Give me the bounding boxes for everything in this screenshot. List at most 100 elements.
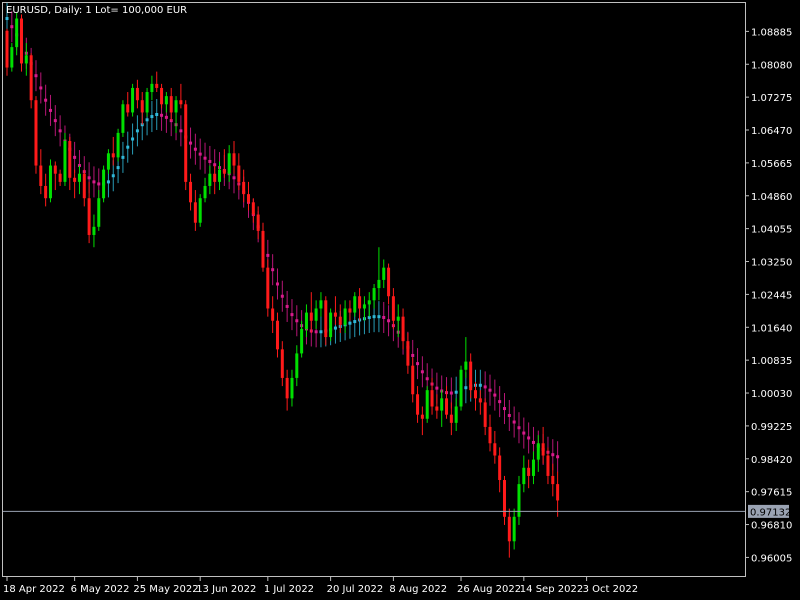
- bull-candle-body: [218, 169, 222, 182]
- bear-candle-body: [493, 443, 497, 456]
- bear-candle-body: [5, 30, 9, 68]
- band-center-point: [353, 320, 357, 324]
- bull-candle-body: [300, 328, 304, 354]
- band-center-point: [193, 147, 197, 151]
- bull-candle-body: [227, 153, 231, 174]
- band-center-point: [290, 313, 294, 317]
- time-tick-label: 20 Jul 2022: [327, 584, 384, 595]
- band-center-point: [44, 98, 48, 102]
- bull-candle-body: [150, 83, 154, 93]
- bear-candle-body: [406, 341, 410, 366]
- band-center-point: [5, 17, 9, 21]
- bull-candle-body: [208, 173, 212, 186]
- bull-candle-body: [145, 92, 149, 113]
- chart-window[interactable]: 1.08885 1.08080 1.07275 1.06470 1.05665 1.048…: [0, 0, 800, 600]
- bull-candle-body: [367, 300, 371, 305]
- chart-title: EURUSD, Daily: 1 Lot= 100,000 EUR: [6, 5, 187, 16]
- bear-candle-body: [546, 455, 550, 476]
- band-center-point: [58, 129, 62, 133]
- bear-candle-body: [391, 296, 395, 321]
- bull-candle-body: [536, 443, 540, 460]
- band-center-point: [556, 455, 560, 459]
- price-tick-label: 1.07275: [751, 93, 792, 104]
- bull-candle-body: [198, 198, 202, 223]
- band-center-point: [502, 407, 506, 411]
- bear-candle-body: [189, 181, 193, 203]
- price-tick-label: 1.06470: [751, 126, 792, 137]
- bear-candle-body: [155, 83, 159, 88]
- bear-candle-body: [435, 406, 439, 411]
- bull-candle-body: [106, 153, 110, 170]
- band-center-point: [517, 426, 521, 430]
- bull-candle-body: [353, 296, 357, 313]
- bear-candle-body: [213, 173, 217, 182]
- bear-candle-body: [247, 194, 250, 203]
- bear-candle-body: [416, 394, 420, 415]
- band-center-point: [478, 383, 482, 387]
- band-center-point: [34, 74, 38, 78]
- time-tick-label: 13 Jun 2022: [196, 584, 256, 595]
- bull-candle-body: [396, 316, 400, 321]
- bear-candle-body: [324, 300, 328, 338]
- price-tick-label: 1.00030: [751, 389, 792, 400]
- band-center-point: [387, 319, 391, 323]
- bull-candle-body: [102, 169, 106, 199]
- band-center-point: [382, 315, 386, 319]
- bull-candle-body: [304, 312, 308, 329]
- bear-candle-body: [160, 87, 164, 105]
- price-tick-label: 1.05665: [751, 159, 792, 170]
- band-center-point: [295, 319, 299, 323]
- bear-candle-body: [420, 414, 424, 419]
- band-center-point: [420, 370, 424, 374]
- band-center-point: [333, 326, 337, 330]
- bull-candle-body: [203, 185, 207, 199]
- bear-candle-body: [483, 402, 487, 427]
- band-center-point: [372, 315, 376, 319]
- band-center-point: [121, 155, 125, 159]
- price-tick-label: 1.04055: [751, 225, 792, 236]
- bull-candle-body: [174, 100, 178, 113]
- band-center-point: [280, 294, 284, 298]
- band-center-point: [512, 420, 516, 424]
- band-center-point: [411, 353, 415, 357]
- band-center-point: [271, 268, 275, 272]
- bull-candle-body: [295, 353, 299, 378]
- price-tick-label: 0.99225: [751, 422, 792, 433]
- band-center-point: [435, 386, 439, 390]
- price-tick-label: 0.98420: [751, 455, 792, 466]
- band-center-point: [464, 386, 468, 390]
- bull-candle-body: [15, 18, 19, 48]
- price-tick-label: 1.08080: [751, 60, 792, 71]
- bear-candle-body: [333, 312, 337, 317]
- bear-candle-body: [309, 312, 313, 321]
- bear-candle-body: [469, 361, 473, 391]
- price-chart[interactable]: 1.08885 1.08080 1.07275 1.06470 1.05665 1.048…: [0, 0, 800, 600]
- bear-candle-body: [251, 202, 255, 215]
- price-tick-label: 0.96005: [751, 553, 792, 564]
- bull-candle-body: [116, 132, 120, 158]
- bear-candle-body: [39, 165, 43, 186]
- band-center-point: [10, 25, 14, 29]
- bull-candle-body: [131, 87, 135, 113]
- price-tick-label: 1.00835: [751, 356, 792, 367]
- bear-candle-body: [411, 365, 415, 395]
- time-tick-label: 25 May 2022: [133, 584, 198, 595]
- band-center-point: [135, 129, 139, 133]
- bear-candle-body: [401, 316, 405, 342]
- band-center-point: [483, 385, 487, 389]
- band-center-point: [145, 118, 149, 122]
- band-center-point: [285, 304, 289, 308]
- bear-candle-body: [179, 100, 183, 105]
- bull-candle-body: [48, 165, 52, 199]
- band-center-point: [488, 388, 492, 392]
- price-tick-label: 1.04860: [751, 192, 792, 203]
- bull-candle-body: [343, 308, 347, 325]
- current-price-label: 0.97132: [750, 507, 791, 518]
- band-center-point: [377, 315, 381, 319]
- band-center-point: [189, 141, 193, 145]
- bull-candle-body: [24, 55, 28, 64]
- time-tick-label: 18 Apr 2022: [3, 584, 65, 595]
- bear-candle-body: [73, 177, 77, 182]
- bear-candle-body: [358, 296, 362, 309]
- band-center-point: [449, 391, 453, 395]
